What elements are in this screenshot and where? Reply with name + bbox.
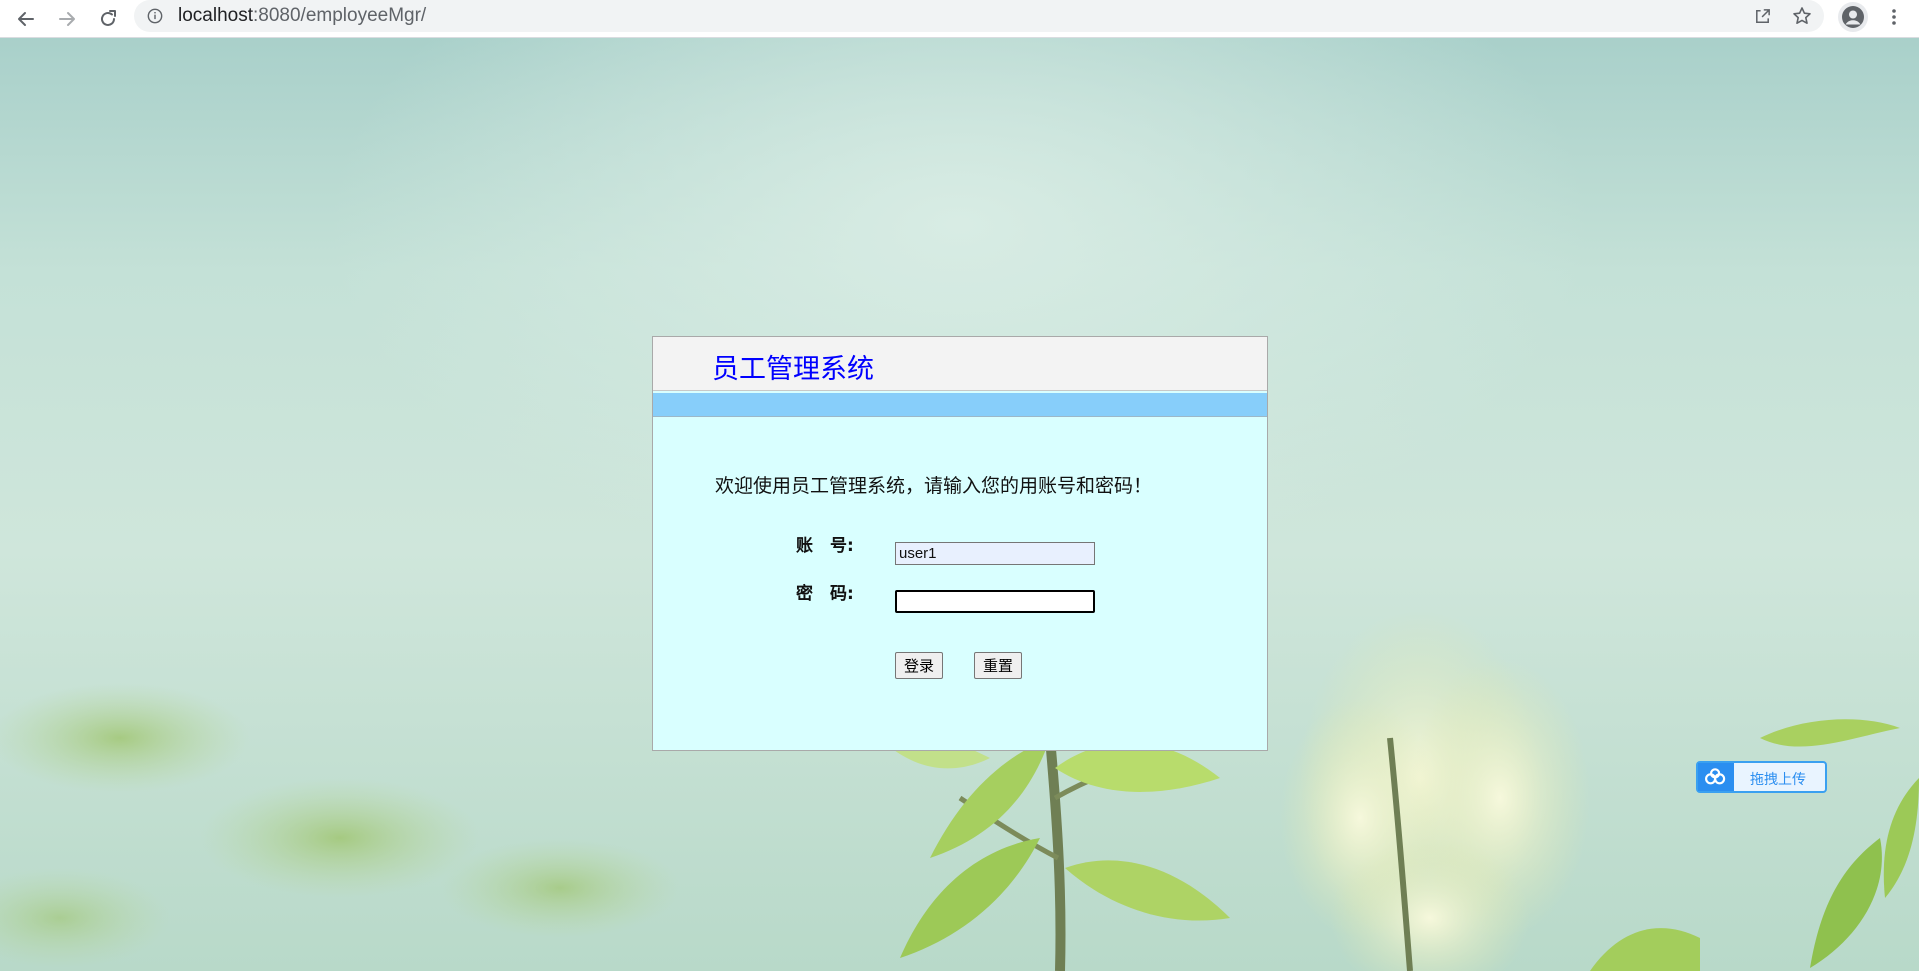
- login-panel: 员工管理系统 欢迎使用员工管理系统，请输入您的用账号和密码！ 账 号: 密 码:…: [652, 336, 1268, 751]
- profile-icon: [1842, 6, 1864, 28]
- system-title: 员工管理系统: [712, 354, 874, 385]
- drag-upload-widget[interactable]: 拖拽上传: [1696, 761, 1827, 793]
- username-label: 账 号:: [796, 536, 854, 556]
- star-icon: [1793, 7, 1811, 24]
- url-host: localhost: [178, 5, 253, 26]
- url-text: localhost:8080/employeeMgr/: [178, 5, 426, 27]
- address-bar[interactable]: localhost:8080/employeeMgr/: [134, 0, 1824, 32]
- login-button[interactable]: 登录: [895, 652, 944, 679]
- kebab-menu-icon: [1892, 9, 1896, 25]
- share-button[interactable]: [1750, 4, 1774, 28]
- share-icon: [1755, 8, 1770, 23]
- upload-label: 拖拽上传: [1750, 772, 1806, 788]
- username-input[interactable]: [895, 542, 1095, 565]
- forward-button[interactable]: [51, 3, 83, 35]
- header-stripe: [653, 393, 1267, 417]
- browser-toolbar: localhost:8080/employeeMgr/: [0, 0, 1919, 38]
- back-arrow-icon: [18, 12, 34, 26]
- reload-button[interactable]: [92, 3, 124, 35]
- forward-arrow-icon: [59, 12, 75, 26]
- panel-header: 员工管理系统: [653, 337, 1267, 391]
- profile-button[interactable]: [1838, 2, 1868, 32]
- bookmark-button[interactable]: [1790, 4, 1814, 28]
- info-icon[interactable]: [146, 7, 164, 25]
- reset-button[interactable]: 重置: [974, 652, 1023, 679]
- back-button[interactable]: [10, 3, 42, 35]
- browser-menu-button[interactable]: [1882, 4, 1906, 30]
- cloud-icon: [1698, 763, 1734, 791]
- url-path: :8080/employeeMgr/: [253, 5, 427, 26]
- page-background: 员工管理系统 欢迎使用员工管理系统，请输入您的用账号和密码！ 账 号: 密 码:…: [0, 38, 1919, 971]
- reload-icon: [101, 10, 116, 26]
- welcome-message: 欢迎使用员工管理系统，请输入您的用账号和密码！: [715, 475, 1153, 497]
- password-input[interactable]: [895, 590, 1095, 613]
- password-label: 密 码:: [796, 584, 854, 604]
